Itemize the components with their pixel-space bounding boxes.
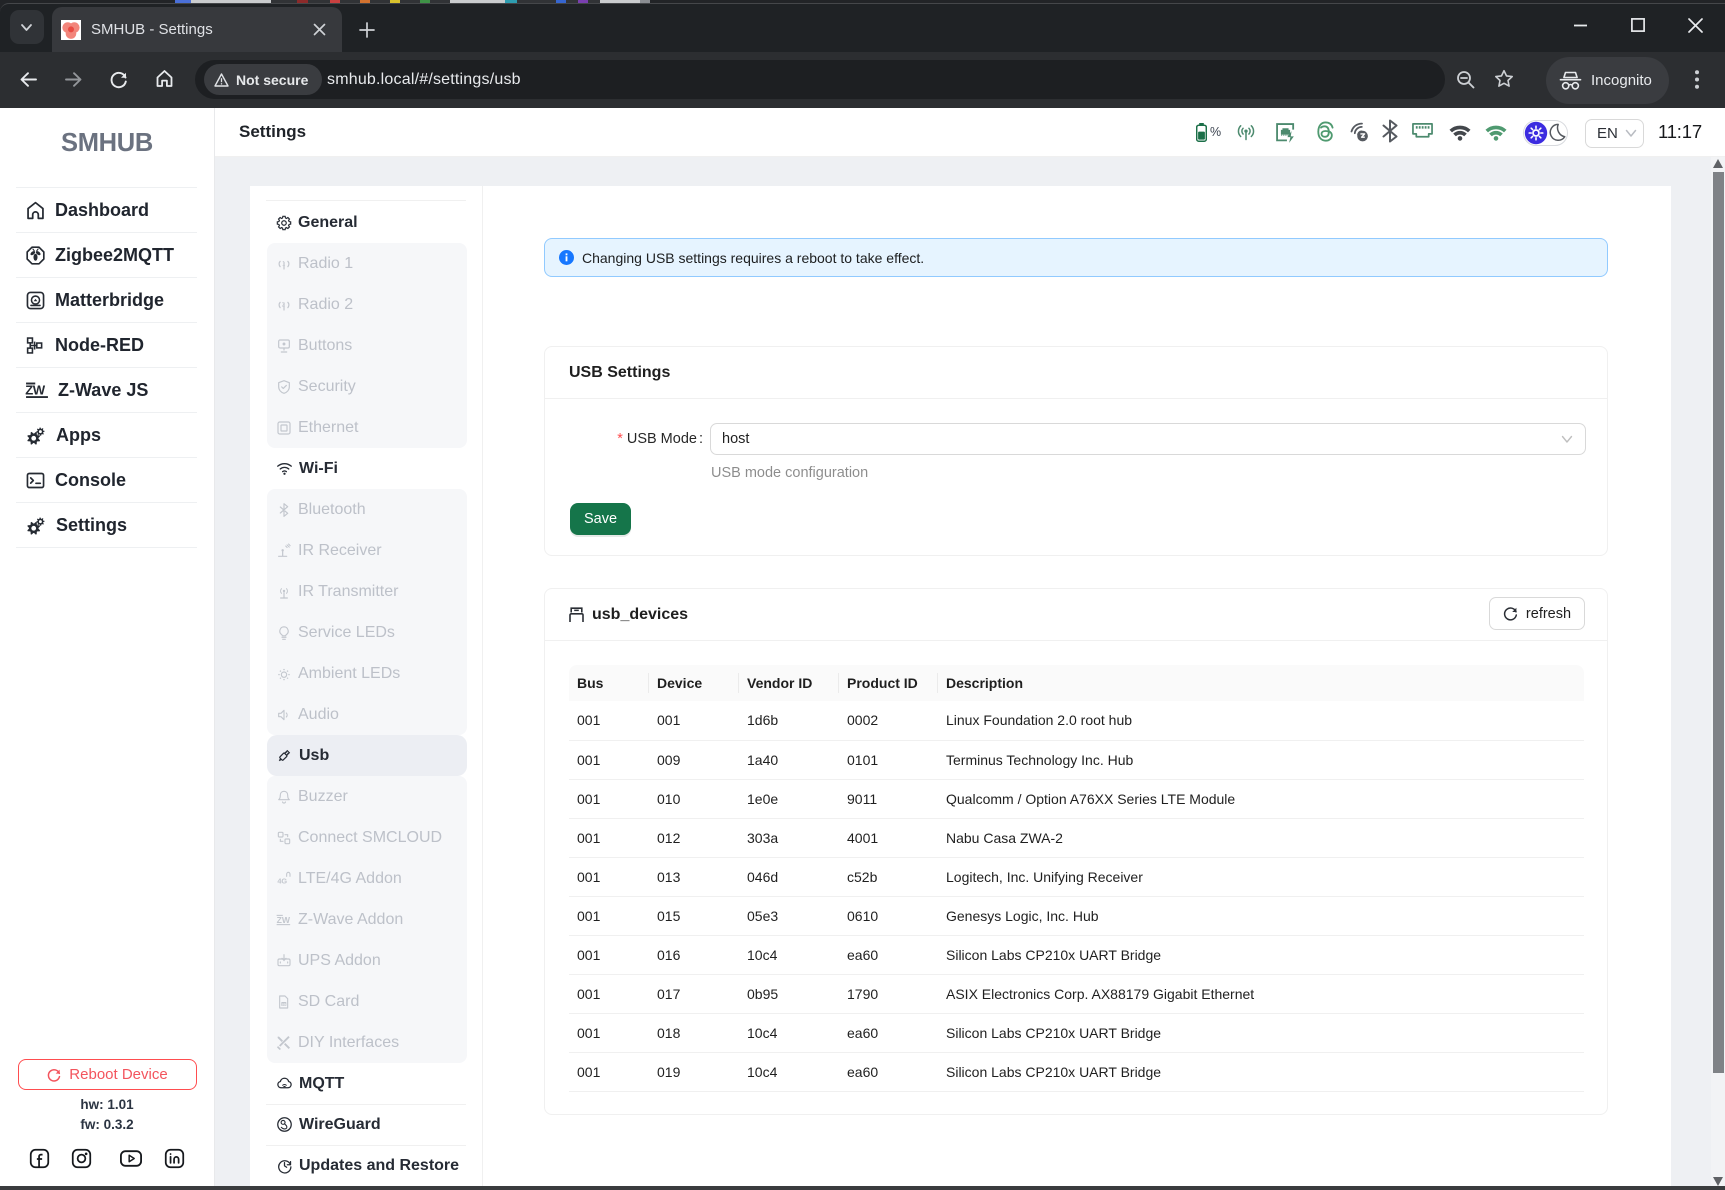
svg-text:2: 2 — [282, 302, 286, 308]
svg-text:ZW: ZW — [25, 382, 46, 397]
svg-text:ZW: ZW — [277, 915, 291, 925]
svg-text:4G: 4G — [277, 876, 287, 885]
svg-text:1: 1 — [282, 261, 286, 267]
